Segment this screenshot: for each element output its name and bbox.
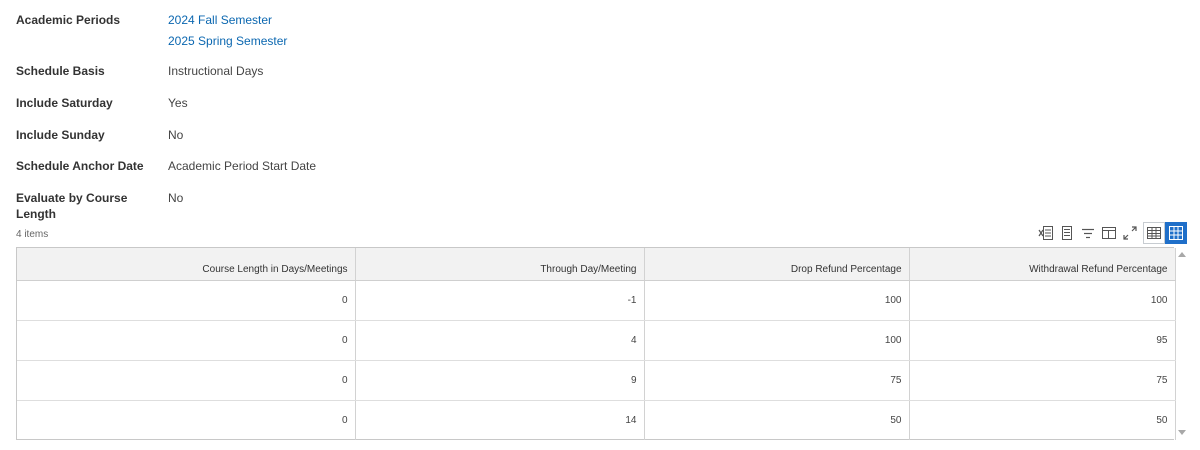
field-label: Include Sunday [16,128,105,142]
table-cell: 0 [17,320,356,361]
column-header[interactable]: Drop Refund Percentage [644,248,910,281]
column-header[interactable]: Withdrawal Refund Percentage [909,248,1176,281]
field-schedule-basis: Schedule Basis Instructional Days [16,63,263,79]
table-cell: 75 [909,360,1176,401]
table-row: 0 14 50 50 [17,400,1176,440]
grid-view-icon[interactable] [1165,222,1187,244]
field-value: No [168,128,184,142]
field-include-sunday: Include Sunday No [16,127,183,143]
grid-toolbar [1035,222,1187,244]
table-cell: 100 [644,280,910,321]
table-view-icon[interactable] [1143,222,1165,244]
table-cell: 9 [355,360,645,401]
column-header[interactable]: Through Day/Meeting [355,248,645,281]
fullscreen-icon[interactable] [1119,222,1140,244]
refund-schedule-table: Course Length in Days/Meetings Through D… [16,247,1176,440]
field-include-saturday: Include Saturday Yes [16,95,188,111]
field-label: Include Saturday [16,96,113,110]
table-cell: 14 [355,400,645,440]
table-cell: 95 [909,320,1176,361]
table-row: 0 4 100 95 [17,320,1176,361]
field-value: Yes [168,96,188,110]
table-cell: -1 [355,280,645,321]
table-header-row: Course Length in Days/Meetings Through D… [17,248,1176,281]
field-label: Schedule Basis [16,64,105,78]
academic-period-link[interactable]: 2025 Spring Semester [168,33,287,49]
field-label: Academic Periods [16,13,121,27]
field-schedule-anchor-date: Schedule Anchor Date Academic Period Sta… [16,158,316,174]
field-value: No [168,191,184,205]
table-cell: 50 [644,400,910,440]
print-icon[interactable] [1056,222,1077,244]
table-cell: 50 [909,400,1176,440]
export-to-excel-icon[interactable] [1035,222,1056,244]
table-cell: 75 [644,360,910,401]
view-toggle [1143,222,1187,244]
filter-icon[interactable] [1077,222,1098,244]
table-cell: 0 [17,360,356,401]
table-cell: 100 [644,320,910,361]
table-cell: 4 [355,320,645,361]
table-row: 0 -1 100 100 [17,280,1176,321]
academic-periods-list: 2024 Fall Semester 2025 Spring Semester [168,12,287,49]
field-evaluate-by-course-length: Evaluate by Course Length No [16,190,183,222]
field-label: Schedule Anchor Date [16,159,144,173]
scroll-up-icon[interactable] [1178,252,1186,257]
field-value: Academic Period Start Date [168,159,317,173]
table-scrollbar[interactable] [1176,247,1188,440]
column-chooser-icon[interactable] [1098,222,1119,244]
field-value: Instructional Days [168,64,264,78]
table-cell: 0 [17,280,356,321]
field-academic-periods: Academic Periods 2024 Fall Semester 2025… [16,12,287,49]
column-header[interactable]: Course Length in Days/Meetings [17,248,356,281]
field-label: Evaluate by Course Length [16,191,128,221]
item-count: 4 items [16,229,49,240]
academic-period-link[interactable]: 2024 Fall Semester [168,12,287,28]
table-cell: 100 [909,280,1176,321]
table-cell: 0 [17,400,356,440]
scroll-down-icon[interactable] [1178,430,1186,435]
table-row: 0 9 75 75 [17,360,1176,401]
